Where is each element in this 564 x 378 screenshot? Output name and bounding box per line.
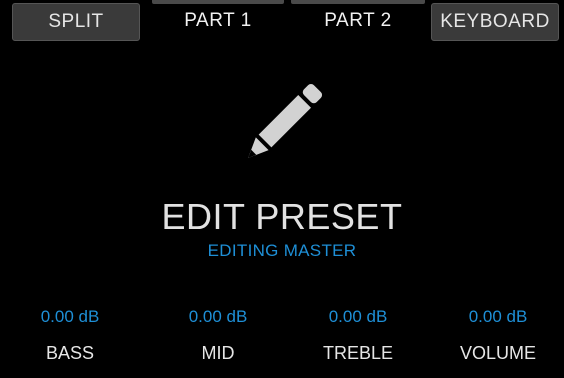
pencil-icon[interactable]	[232, 74, 332, 174]
treble-value: 0.00 dB	[328, 307, 388, 326]
tab-keyboard-label: KEYBOARD	[440, 11, 550, 32]
tab-split[interactable]: SPLIT	[12, 3, 140, 41]
volume-label: VOLUME	[459, 343, 537, 363]
tab-part-2[interactable]: PART 2	[291, 0, 425, 42]
preset-screen: SPLIT PART 1 PART 2 KEYBOARD EDIT PRESET…	[0, 0, 564, 378]
tab-part-2-label: PART 2	[324, 10, 392, 31]
mid-value: 0.00 dB	[188, 307, 248, 326]
mid-label: MID	[201, 343, 235, 363]
bass-label: BASS	[45, 343, 95, 363]
bass-value: 0.00 dB	[40, 307, 100, 326]
tab-part-1[interactable]: PART 1	[152, 0, 284, 42]
tab-part-1-label: PART 1	[184, 10, 252, 31]
edit-preset-title: EDIT PRESET	[161, 196, 403, 237]
volume-value: 0.00 dB	[468, 307, 528, 326]
editing-master-subtitle: EDITING MASTER	[207, 241, 357, 260]
tab-split-label: SPLIT	[48, 11, 104, 32]
treble-label: TREBLE	[322, 343, 394, 363]
tab-keyboard[interactable]: KEYBOARD	[431, 3, 559, 41]
